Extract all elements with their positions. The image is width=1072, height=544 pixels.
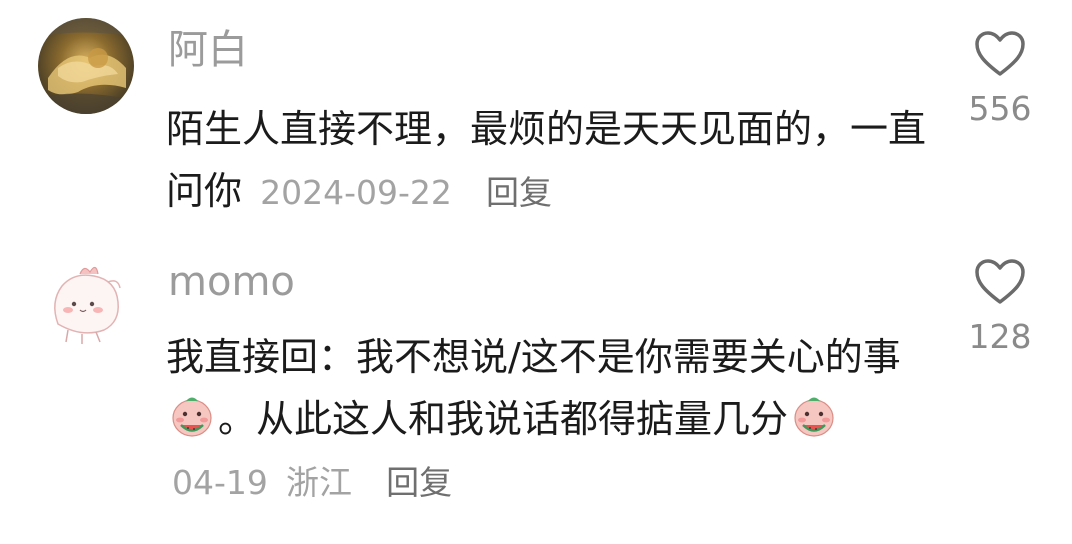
like-button[interactable]: 128 xyxy=(960,258,1040,353)
watermelon-eating-emoji-icon xyxy=(790,392,838,440)
user-avatar[interactable] xyxy=(38,18,134,114)
reply-button[interactable]: 回复 xyxy=(486,173,552,212)
heart-outline-icon xyxy=(975,31,1025,76)
watermelon-eating-emoji-icon xyxy=(168,392,216,440)
like-count: 556 xyxy=(968,89,1032,128)
comment-text-block: 我直接回：我不想说/这不是你需要关心的事 。从此这人和我说话都得掂量几分 04-… xyxy=(166,326,906,514)
username[interactable]: 阿白 xyxy=(168,30,248,70)
golden-lion-avatar-icon xyxy=(38,18,134,114)
pink-blob-character-avatar-icon xyxy=(38,252,134,348)
reply-button[interactable]: 回复 xyxy=(386,463,452,502)
comment-location: 浙江 xyxy=(285,463,352,502)
comment-item: momo 我直接回：我不想说/这不是你需要关心的事 。从此这人和我说话都得掂量几… xyxy=(0,240,1072,544)
username[interactable]: momo xyxy=(168,262,295,302)
user-avatar[interactable] xyxy=(38,252,134,348)
comment-text-continued: 。从此这人和我说话都得掂量几分 xyxy=(218,397,789,441)
comment-item: 阿白 陌生人直接不理，最烦的是天天见面的，一直问你 2024-09-22 回复 … xyxy=(0,0,1072,240)
comment-date: 2024-09-22 xyxy=(260,173,452,212)
heart-outline-icon xyxy=(975,259,1025,304)
comment-text: 我直接回：我不想说/这不是你需要关心的事 xyxy=(166,335,901,379)
comment-date: 04-19 xyxy=(172,463,268,502)
like-count: 128 xyxy=(968,317,1032,356)
like-button[interactable]: 556 xyxy=(960,30,1040,125)
comment-text-block: 陌生人直接不理，最烦的是天天见面的，一直问你 2024-09-22 回复 xyxy=(166,98,926,224)
